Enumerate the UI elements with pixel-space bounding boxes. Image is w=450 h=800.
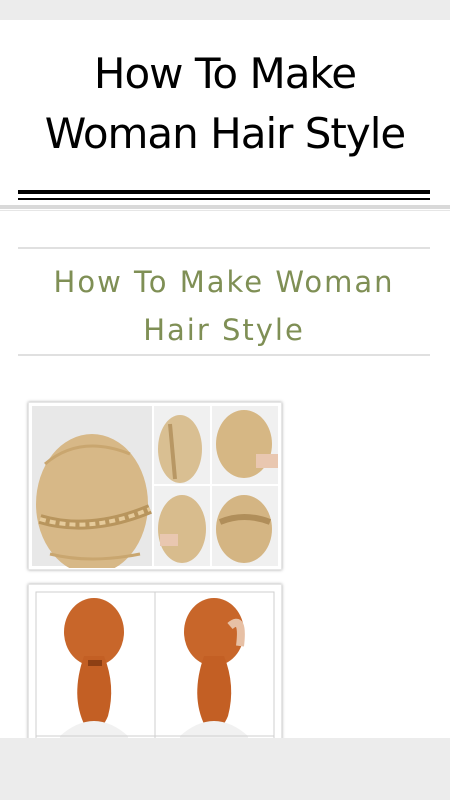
app-header: How To Make Woman Hair Style: [0, 20, 450, 204]
braided-hairstyle-steps-image: [32, 406, 278, 568]
article-title-rule-top: [18, 247, 430, 249]
article-title-rule-bottom: [18, 354, 430, 356]
app-title: How To Make Woman Hair Style: [44, 49, 406, 158]
section-separator: [0, 205, 450, 209]
header-divider-thin: [18, 198, 430, 200]
hairstyle-image-card-2[interactable]: [28, 584, 282, 738]
bottom-navigation-area: [0, 738, 450, 800]
article-title: How To Make Woman Hair Style: [53, 265, 395, 347]
content-area[interactable]: How To Make Woman Hair Style: [0, 212, 450, 738]
hairstyle-image-card-1[interactable]: [28, 402, 282, 570]
header-divider-thick: [18, 190, 430, 194]
ponytail-hairstyle-steps-image: [35, 591, 275, 738]
status-bar: [0, 0, 450, 20]
section-separator-line: [0, 210, 450, 211]
